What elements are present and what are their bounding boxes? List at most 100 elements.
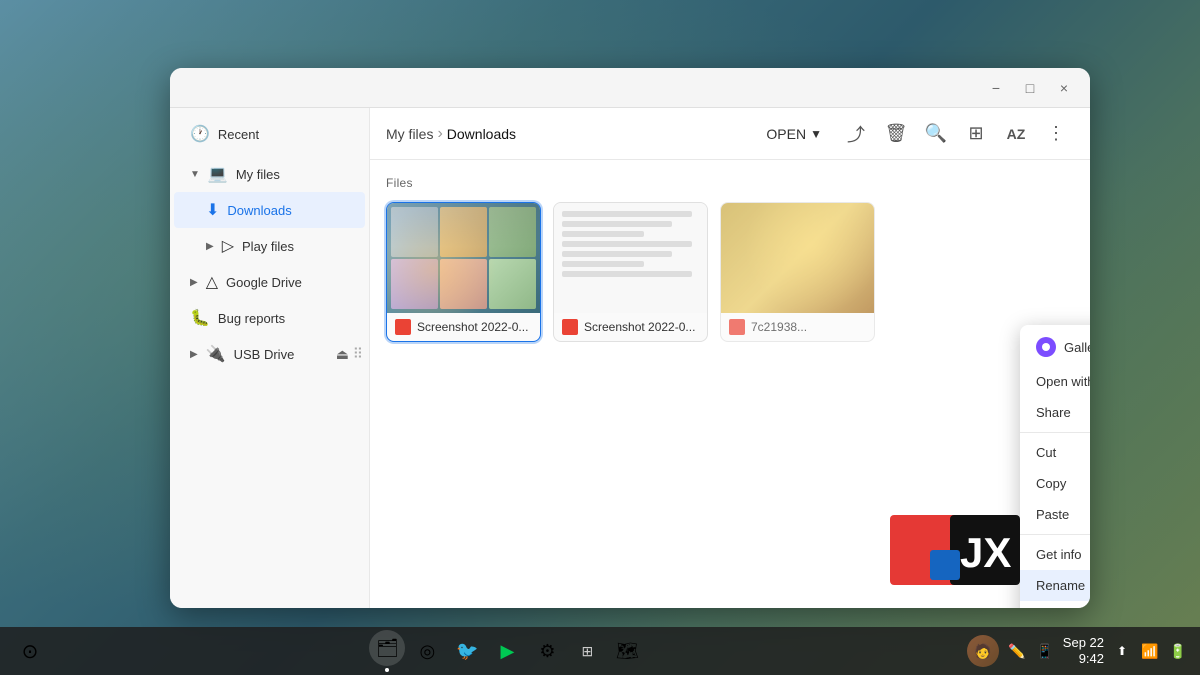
sidebar-item-bug-reports[interactable]: 🐛 Bug reports [174, 300, 365, 336]
sort-icon: AZ [1007, 126, 1026, 142]
sidebar-recent-label: Recent [218, 127, 259, 142]
context-menu-item-get-info[interactable]: Get info Space [1020, 539, 1090, 570]
sidebar: 🕐 Recent ▼ 💻 My files ⬇ Downloads ▶ [170, 108, 370, 608]
breadcrumb-separator-icon: › [437, 125, 442, 143]
apps-grid-icon: ⊞ [582, 643, 594, 660]
active-indicator [385, 668, 389, 672]
launcher-button[interactable]: ⊙ [12, 633, 48, 669]
stylus-icon[interactable]: ✏️ [1007, 641, 1027, 661]
time-display: 9:42 [1079, 651, 1104, 667]
gallery-icon [1036, 337, 1056, 357]
sidebar-my-files-label: My files [236, 167, 280, 182]
open-button-label: OPEN [766, 126, 806, 142]
battery-icon[interactable]: 🔋 [1168, 641, 1188, 661]
wifi-icon[interactable]: 📶 [1140, 641, 1160, 661]
datetime-display[interactable]: Sep 22 9:42 [1063, 635, 1104, 666]
my-files-expander-icon: ▼ [190, 169, 200, 180]
context-menu-item-delete[interactable]: Delete Alt+Backspace [1020, 601, 1090, 608]
sidebar-play-files-label: Play files [242, 239, 294, 254]
file-thumbnail-2 [554, 203, 707, 313]
doc-line [562, 231, 644, 237]
share-icon: ⤴ [847, 121, 865, 147]
network-status-icon[interactable]: ⬆ [1112, 641, 1132, 661]
phone-icon[interactable]: 📱 [1035, 641, 1055, 661]
doc-line [562, 261, 644, 267]
ctx-open-with-left: Open with… [1036, 374, 1090, 389]
mini-thumb [440, 259, 487, 309]
open-dropdown-icon: ▼ [810, 127, 822, 141]
file-name-1: Screenshot 2022-0... [417, 320, 528, 334]
maps-app-icon[interactable]: 🗺 [609, 633, 645, 669]
titlebar-controls: − □ × [982, 74, 1078, 102]
file-item-1[interactable]: Screenshot 2022-0... [386, 202, 541, 342]
mini-thumb [489, 259, 536, 309]
files-app-icon[interactable]: 🗂 [369, 630, 405, 666]
sort-button[interactable]: AZ [998, 116, 1034, 152]
downloads-icon: ⬇ [206, 200, 219, 220]
sidebar-item-my-files[interactable]: ▼ 💻 My files [174, 156, 365, 192]
delete-toolbar-button[interactable]: 🗑 [878, 116, 914, 152]
sidebar-section-my-files: ▼ 💻 My files ⬇ Downloads ▶ ▷ Play files [170, 156, 369, 264]
context-menu-item-cut[interactable]: Cut Ctrl+X [1020, 437, 1090, 468]
taskbar-files-app[interactable]: 🗂 [369, 630, 405, 672]
files-grid: Screenshot 2022-0... [386, 202, 1074, 342]
more-icon: ⋮ [1047, 123, 1065, 144]
search-button[interactable]: 🔍 [918, 116, 954, 152]
mini-thumb [489, 207, 536, 257]
app-launcher-icon[interactable]: ⊞ [569, 633, 605, 669]
context-menu-item-paste[interactable]: Paste Ctrl+V [1020, 499, 1090, 530]
mini-thumb [440, 207, 487, 257]
titlebar: − □ × [170, 68, 1090, 108]
toolbar-actions: OPEN ▼ ⤴ 🗑 🔍 ⊞ A [754, 116, 1074, 152]
sidebar-item-recent[interactable]: 🕐 Recent [174, 116, 365, 152]
open-button[interactable]: OPEN ▼ [754, 120, 834, 148]
files-icon: 🗂 [376, 638, 399, 659]
ctx-gallery-label: Gallery [1064, 340, 1090, 355]
share-button[interactable]: ⤴ [838, 116, 874, 152]
taskbar-center: 🗂 ◎ 🐦 ▶ ⚙ ⊞ 🗺 [52, 630, 963, 672]
sidebar-bug-reports-label: Bug reports [218, 311, 285, 326]
ctx-gallery-left: Gallery [1036, 337, 1090, 357]
sidebar-item-play-files[interactable]: ▶ ▷ Play files [174, 228, 365, 264]
doc-preview-2 [554, 203, 707, 313]
ctx-open-with-label: Open with… [1036, 374, 1090, 389]
close-button[interactable]: × [1050, 74, 1078, 102]
chrome-app-icon[interactable]: ◎ [409, 633, 445, 669]
file-item-3[interactable]: 7c21938... [720, 202, 875, 342]
breadcrumb: My files › Downloads [386, 125, 750, 143]
twitter-app-icon[interactable]: 🐦 [449, 633, 485, 669]
ctx-divider-1 [1020, 432, 1090, 433]
sidebar-item-downloads[interactable]: ⬇ Downloads [174, 192, 365, 228]
toolbar: My files › Downloads OPEN ▼ ⤴ 🗑 [370, 108, 1090, 160]
file-item-2[interactable]: Screenshot 2022-0... [553, 202, 708, 342]
ctx-get-info-label: Get info [1036, 547, 1082, 562]
context-menu-item-rename[interactable]: Rename Ctrl+Enter [1020, 570, 1090, 601]
sidebar-item-usb-drive[interactable]: ▶ 🔌 USB Drive ⏏ ⠿ [174, 336, 365, 372]
context-menu-item-copy[interactable]: Copy Ctrl+C [1020, 468, 1090, 499]
context-menu: Gallery Open with… › Share [1020, 325, 1090, 608]
usb-drive-icon: 🔌 [206, 344, 226, 364]
doc-line [562, 211, 692, 217]
breadcrumb-current: Downloads [447, 126, 516, 142]
context-menu-item-open-with[interactable]: Open with… › [1020, 365, 1090, 397]
play-store-app-icon[interactable]: ▶ [489, 633, 525, 669]
maximize-button[interactable]: □ [1016, 74, 1044, 102]
ctx-copy-label: Copy [1036, 476, 1066, 491]
eject-icon[interactable]: ⏏ [336, 346, 349, 363]
minimize-button[interactable]: − [982, 74, 1010, 102]
maps-icon: 🗺 [616, 641, 639, 662]
settings-app-icon[interactable]: ⚙ [529, 633, 565, 669]
context-menu-item-share[interactable]: Share [1020, 397, 1090, 428]
view-toggle-button[interactable]: ⊞ [958, 116, 994, 152]
breadcrumb-root[interactable]: My files [386, 126, 433, 142]
drag-handle-icon[interactable]: ⠿ [353, 346, 363, 363]
file-type-icon-3 [729, 319, 745, 335]
file-info-1: Screenshot 2022-0... [387, 313, 540, 341]
sidebar-item-google-drive[interactable]: ▶ △ Google Drive [174, 264, 365, 300]
doc-line [562, 271, 692, 277]
more-options-button[interactable]: ⋮ [1038, 116, 1074, 152]
settings-icon: ⚙ [539, 641, 555, 662]
user-avatar[interactable]: 🧑 [967, 635, 999, 667]
context-menu-item-gallery[interactable]: Gallery [1020, 329, 1090, 365]
ctx-paste-label: Paste [1036, 507, 1069, 522]
